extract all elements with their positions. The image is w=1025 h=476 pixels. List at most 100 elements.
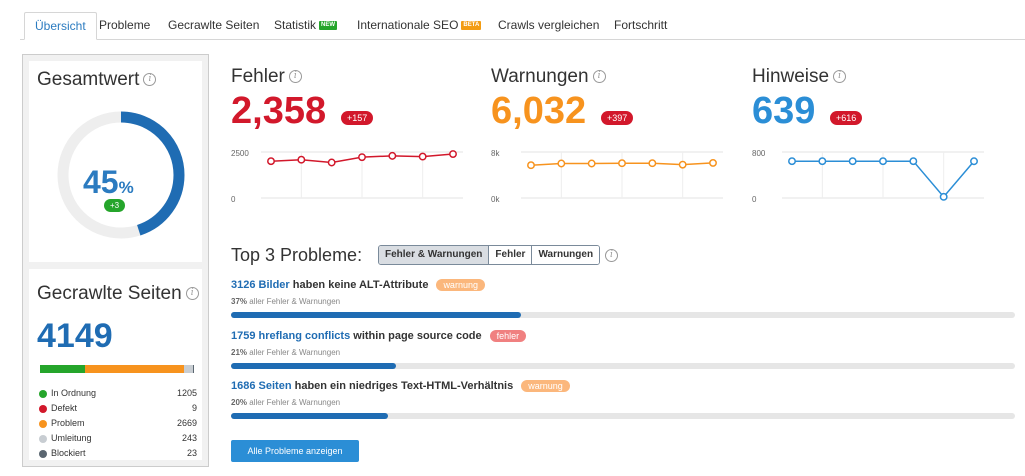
chart-point bbox=[267, 157, 275, 166]
filter-warnungen[interactable]: Warnungen bbox=[531, 246, 600, 264]
info-icon[interactable]: i bbox=[592, 70, 606, 84]
info-icon[interactable]: i bbox=[288, 70, 302, 84]
problem-type-badge: fehler bbox=[489, 330, 527, 342]
legend-item[interactable]: In Ordnung 1205 bbox=[39, 388, 197, 403]
chart-point bbox=[848, 157, 857, 166]
problem-share-percent: 21% bbox=[231, 348, 248, 357]
problem-text: haben ein niedriges Text-HTML-Verhältnis bbox=[291, 380, 514, 392]
gesamtwert-title-text: Gesamtwert bbox=[37, 69, 140, 90]
legend-item[interactable]: Problem 2669 bbox=[39, 418, 197, 433]
chart-point bbox=[788, 157, 796, 166]
tab-gecrawlte-seiten[interactable]: Gecrawlte Seiten bbox=[168, 12, 259, 40]
tab-label: Statistik bbox=[274, 18, 317, 32]
show-all-problems-button[interactable]: Alle Probleme anzeigen bbox=[231, 440, 359, 462]
legend-item[interactable]: Defekt 9 bbox=[39, 403, 197, 418]
metric-warnungen: Warnungen i 6,032 +397 8k 0k bbox=[491, 60, 731, 210]
problem-share-text: aller Fehler & Warnungen bbox=[247, 398, 341, 407]
legend-label: Problem bbox=[51, 418, 85, 428]
info-icon[interactable]: i bbox=[185, 287, 199, 301]
status-dot-icon bbox=[39, 435, 47, 443]
filter-fehler[interactable]: Fehler bbox=[488, 246, 532, 264]
fehler-title-text: Fehler bbox=[231, 66, 285, 87]
tab-crawls-vergleichen[interactable]: Crawls vergleichen bbox=[498, 12, 599, 40]
gesamtwert-card: Gesamtwert i 45% +3 bbox=[29, 61, 202, 262]
legend-item[interactable]: Umleitung 243 bbox=[39, 433, 197, 448]
tab-uebersicht[interactable]: Übersicht bbox=[24, 12, 97, 40]
filter-fehler-warnungen[interactable]: Fehler & Warnungen bbox=[379, 246, 489, 264]
problem-progress-track bbox=[231, 363, 1015, 369]
chart-y-tick-label: 0 bbox=[752, 195, 757, 204]
pages-bar-segment bbox=[85, 365, 185, 373]
tab-internationale-seo[interactable]: Internationale SEO BETA bbox=[357, 12, 482, 40]
fehler-value[interactable]: 2,358 bbox=[231, 90, 326, 133]
status-dot-icon bbox=[39, 420, 47, 428]
chart-point bbox=[527, 161, 535, 170]
legend-value: 1205 bbox=[176, 388, 197, 398]
fehler-trend-chart: 2500 0 bbox=[231, 149, 463, 204]
score-number: 45 bbox=[83, 164, 119, 200]
crawled-pages-count[interactable]: 4149 bbox=[37, 317, 113, 356]
chart-y-tick-label: 800 bbox=[752, 149, 766, 158]
tab-label: Gecrawlte Seiten bbox=[168, 18, 260, 32]
problem-share: 20% aller Fehler & Warnungen bbox=[231, 398, 340, 407]
hinweise-trend-chart: 800 0 bbox=[752, 149, 984, 204]
problem-share-text: aller Fehler & Warnungen bbox=[247, 297, 341, 306]
legend-item[interactable]: Blockiert 23 bbox=[39, 448, 197, 463]
problem-link[interactable]: 1759 hreflang conflicts bbox=[231, 330, 350, 342]
chart-point bbox=[879, 157, 887, 166]
pages-bar-segment bbox=[40, 365, 85, 373]
chart-y-tick-label: 8k bbox=[491, 149, 500, 158]
tab-label: Fortschritt bbox=[614, 18, 668, 32]
chart-y-tick-label: 0 bbox=[231, 195, 236, 204]
problem-headline: 3126 Bilder haben keine ALT-Attribute war… bbox=[231, 279, 485, 291]
info-icon[interactable]: i bbox=[833, 70, 847, 84]
warnungen-delta-badge: +397 bbox=[601, 111, 634, 125]
chart-point bbox=[587, 159, 596, 168]
status-dot-icon bbox=[39, 450, 47, 458]
problem-headline: 1686 Seiten haben ein niedriges Text-HTM… bbox=[231, 380, 570, 392]
chart-point bbox=[678, 160, 687, 169]
problem-link[interactable]: 1686 Seiten bbox=[231, 380, 292, 392]
problem-share-percent: 20% bbox=[231, 398, 248, 407]
problem-progress-fill bbox=[231, 413, 388, 419]
tab-label: Internationale SEO bbox=[357, 18, 459, 32]
tab-label: Übersicht bbox=[35, 19, 86, 33]
problem-item: 3126 Bilder haben keine ALT-Attribute war… bbox=[231, 279, 1015, 327]
info-icon[interactable]: i bbox=[605, 249, 618, 262]
status-legend: In Ordnung 1205 Defekt 9 Problem 2669 Umleitun… bbox=[39, 388, 197, 463]
gesamtwert-title: Gesamtwert i bbox=[37, 69, 157, 91]
metric-hinweise: Hinweise i 639 +616 800 0 bbox=[752, 60, 992, 210]
score-delta-badge: +3 bbox=[104, 199, 126, 212]
hinweise-value[interactable]: 639 bbox=[752, 90, 815, 133]
score-unit: % bbox=[118, 178, 134, 197]
warnungen-value[interactable]: 6,032 bbox=[491, 90, 586, 133]
legend-value: 2669 bbox=[176, 418, 197, 428]
problem-share-percent: 37% bbox=[231, 297, 248, 306]
tab-probleme[interactable]: Probleme bbox=[99, 12, 150, 40]
tab-fortschritt[interactable]: Fortschritt bbox=[614, 12, 667, 40]
chart-y-tick-label: 2500 bbox=[231, 149, 249, 158]
hinweise-title: Hinweise i bbox=[752, 66, 847, 88]
chart-point bbox=[327, 158, 336, 167]
legend-label: In Ordnung bbox=[51, 388, 97, 398]
problem-filter-toggle: Fehler & Warnungen Fehler Warnungen bbox=[378, 245, 601, 265]
chart-point bbox=[557, 159, 566, 168]
summary-panel: Gesamtwert i 45% +3 Gecrawlte Seiten i 414… bbox=[22, 54, 209, 467]
tab-bar: Übersicht Probleme Gecrawlte Seiten Stat… bbox=[20, 12, 1025, 40]
chart-point bbox=[418, 152, 427, 161]
chart-point bbox=[709, 158, 717, 167]
chart-point bbox=[358, 153, 366, 162]
problem-progress-track bbox=[231, 312, 1015, 318]
legend-label: Defekt bbox=[51, 403, 78, 413]
gecrawlte-title: Gecrawlte Seiten i bbox=[37, 283, 199, 305]
chart-point bbox=[388, 151, 397, 160]
tab-statistik[interactable]: Statistik NEW bbox=[274, 12, 338, 40]
problem-share-text: aller Fehler & Warnungen bbox=[247, 348, 341, 357]
problem-link[interactable]: 3126 Bilder bbox=[231, 279, 290, 291]
problem-headline: 1759 hreflang conflicts within page sour… bbox=[231, 330, 527, 342]
legend-value: 9 bbox=[191, 403, 197, 413]
info-icon[interactable]: i bbox=[143, 73, 157, 87]
warnungen-title-text: Warnungen bbox=[491, 66, 589, 87]
hinweise-delta-badge: +616 bbox=[830, 111, 863, 125]
hinweise-title-text: Hinweise bbox=[752, 66, 830, 87]
